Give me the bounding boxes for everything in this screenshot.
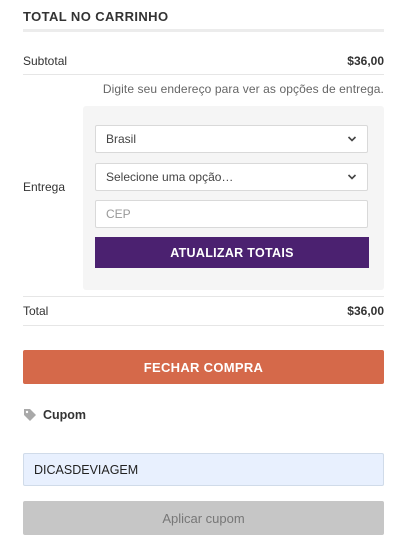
coupon-heading: Cupom: [23, 406, 86, 424]
total-label: Total: [23, 304, 49, 318]
subtotal-divider: [23, 74, 384, 75]
country-select[interactable]: Brasil: [95, 125, 368, 153]
heading-underline: [23, 29, 384, 32]
update-totals-button[interactable]: ATUALIZAR TOTAIS: [95, 237, 369, 268]
tag-icon: [24, 409, 36, 421]
cart-totals-panel: TOTAL NO CARRINHO Subtotal $36,00 Digite…: [0, 0, 407, 550]
coupon-code-input[interactable]: [23, 453, 384, 486]
shipping-hint: Digite seu endereço para ver as opções d…: [102, 82, 384, 96]
state-select-value: Selecione uma opção…: [106, 170, 234, 184]
shipping-label: Entrega: [23, 180, 66, 194]
chevron-down-icon: [347, 174, 357, 180]
state-select[interactable]: Selecione uma opção…: [95, 163, 368, 191]
country-select-value: Brasil: [106, 132, 137, 146]
shipping-divider: [23, 296, 384, 297]
cart-totals-heading: TOTAL NO CARRINHO: [23, 9, 169, 24]
coupon-title: Cupom: [43, 408, 87, 422]
checkout-button[interactable]: FECHAR COMPRA: [23, 350, 384, 384]
chevron-down-icon: [347, 136, 357, 142]
apply-coupon-button[interactable]: Aplicar cupom: [23, 501, 384, 535]
postcode-input[interactable]: [95, 200, 368, 228]
total-divider: [23, 325, 384, 326]
subtotal-label: Subtotal: [23, 54, 68, 68]
total-value: $36,00: [347, 304, 384, 318]
subtotal-value: $36,00: [347, 54, 384, 68]
